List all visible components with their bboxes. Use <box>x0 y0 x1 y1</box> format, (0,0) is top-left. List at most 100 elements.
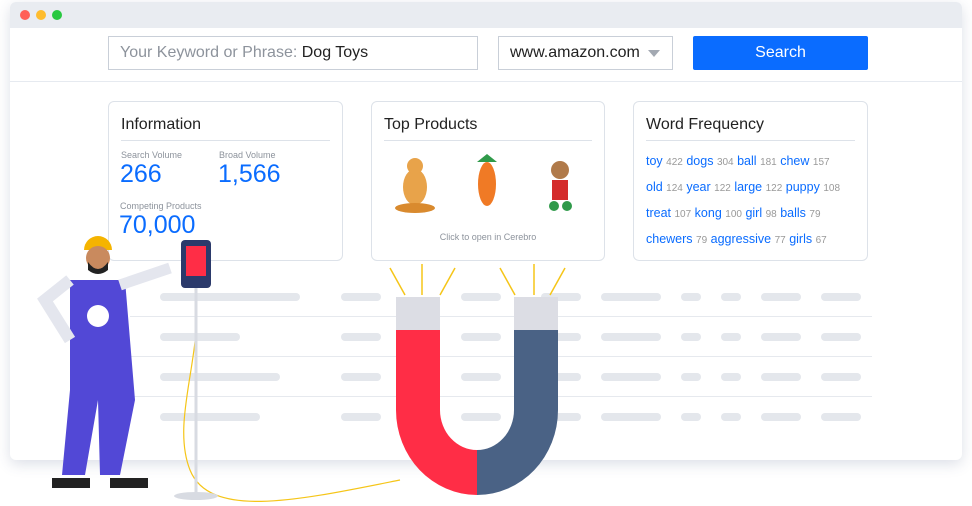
skeleton-bar <box>541 333 581 341</box>
word-link[interactable]: year <box>686 180 710 194</box>
word-link[interactable]: dogs <box>686 154 713 168</box>
skeleton-bar <box>821 333 861 341</box>
word-frequency-card: Word Frequency toy 422 dogs 304 ball 181… <box>633 101 868 261</box>
skeleton-bar <box>681 413 701 421</box>
word-count: 100 <box>725 209 742 220</box>
skeleton-bar <box>541 293 581 301</box>
word-count: 157 <box>812 157 830 168</box>
skeleton-bar <box>681 373 701 381</box>
minimize-dot[interactable] <box>36 10 46 20</box>
divider <box>130 396 872 397</box>
broad-volume-value: 1,566 <box>218 160 281 188</box>
skeleton-bar <box>601 293 661 301</box>
word-link[interactable]: balls <box>780 206 806 220</box>
word-count: 107 <box>674 209 692 220</box>
skeleton-bar <box>541 373 581 381</box>
skeleton-bar <box>160 293 300 301</box>
keyword-value: Dog Toys <box>301 44 369 61</box>
word-count: 124 <box>666 183 683 194</box>
skeleton-bar <box>541 413 581 421</box>
skeleton-bar <box>821 413 861 421</box>
skeleton-bar <box>601 413 661 421</box>
maximize-dot[interactable] <box>52 10 62 20</box>
word-frequency-title: Word Frequency <box>646 116 855 141</box>
skeleton-bar <box>601 333 661 341</box>
skeleton-bar <box>341 413 381 421</box>
divider <box>130 356 872 357</box>
skeleton-bar <box>721 413 741 421</box>
product-reindeer-toy[interactable] <box>549 161 572 211</box>
word-link[interactable]: girl <box>745 206 762 220</box>
skeleton-bar <box>461 293 501 301</box>
word-count: 304 <box>716 157 734 168</box>
product-carrot-toy[interactable] <box>477 154 497 206</box>
skeleton-bar <box>761 293 801 301</box>
word-count: 79 <box>809 209 821 220</box>
word-link[interactable]: chewers <box>646 232 693 246</box>
skeleton-bar <box>761 413 801 421</box>
skeleton-bar <box>681 293 701 301</box>
broad-volume-label: Broad Volume <box>219 150 276 160</box>
top-products-card: Top Products Click to open in Cerebro <box>371 101 605 261</box>
skeleton-bar <box>821 373 861 381</box>
word-link[interactable]: old <box>646 180 663 194</box>
word-frequency-list: toy 422 dogs 304 ball 181 chew 157 old 1… <box>646 149 855 253</box>
search-button[interactable]: Search <box>693 36 868 70</box>
word-count: 122 <box>765 183 783 194</box>
word-link[interactable]: treat <box>646 206 671 220</box>
word-count: 108 <box>823 183 841 194</box>
search-row: Your Keyword or Phrase: Dog Toys www.ama… <box>10 36 962 82</box>
search-volume-value: 266 <box>120 160 162 188</box>
skeleton-bar <box>721 333 741 341</box>
marketplace-select[interactable]: www.amazon.com <box>498 36 673 70</box>
divider <box>130 316 872 317</box>
word-link[interactable]: ball <box>737 154 756 168</box>
skeleton-bar <box>160 413 260 421</box>
word-count: 79 <box>696 235 708 246</box>
skeleton-bar <box>681 333 701 341</box>
top-products-title: Top Products <box>384 116 592 141</box>
word-link[interactable]: kong <box>695 206 722 220</box>
search-volume-label: Search Volume <box>121 150 183 160</box>
skeleton-bar <box>721 373 741 381</box>
word-count: 422 <box>666 157 683 168</box>
skeleton-bar <box>821 293 861 301</box>
word-link[interactable]: girls <box>789 232 812 246</box>
word-count: 98 <box>765 209 777 220</box>
word-count: 77 <box>774 235 786 246</box>
skeleton-bar <box>761 333 801 341</box>
skeleton-bar <box>761 373 801 381</box>
skeleton-bar <box>601 373 661 381</box>
skeleton-bar <box>461 373 501 381</box>
word-link[interactable]: large <box>734 180 762 194</box>
skeleton-bar <box>341 293 381 301</box>
skeleton-bar <box>160 333 240 341</box>
chevron-down-icon <box>648 50 660 57</box>
information-card: Information Search Volume 266 Broad Volu… <box>108 101 343 261</box>
word-link[interactable]: puppy <box>786 180 820 194</box>
marketplace-value: www.amazon.com <box>510 44 640 61</box>
competing-products-label: Competing Products <box>120 201 202 211</box>
word-link[interactable]: chew <box>780 154 809 168</box>
information-title: Information <box>121 116 330 141</box>
competing-products-value: 70,000 <box>119 211 196 239</box>
title-bar <box>10 2 962 28</box>
word-link[interactable]: aggressive <box>711 232 771 246</box>
skeleton-bar <box>461 333 501 341</box>
skeleton-bar <box>721 293 741 301</box>
browser-window: Your Keyword or Phrase: Dog Toys www.ama… <box>10 2 962 460</box>
product-images <box>395 154 572 213</box>
word-count: 67 <box>815 235 827 246</box>
skeleton-bar <box>461 413 501 421</box>
word-count: 181 <box>760 157 777 168</box>
close-dot[interactable] <box>20 10 30 20</box>
keyword-placeholder: Your Keyword or Phrase: <box>120 44 298 61</box>
skeleton-bar <box>341 373 381 381</box>
skeleton-bar <box>341 333 381 341</box>
skeleton-bar <box>160 373 280 381</box>
word-link[interactable]: toy <box>646 154 663 168</box>
word-count: 122 <box>714 183 731 194</box>
keyword-input[interactable]: Your Keyword or Phrase: Dog Toys <box>108 36 478 70</box>
top-products-hint: Click to open in Cerebro <box>439 232 537 242</box>
product-kangaroo-toy[interactable] <box>395 158 435 213</box>
